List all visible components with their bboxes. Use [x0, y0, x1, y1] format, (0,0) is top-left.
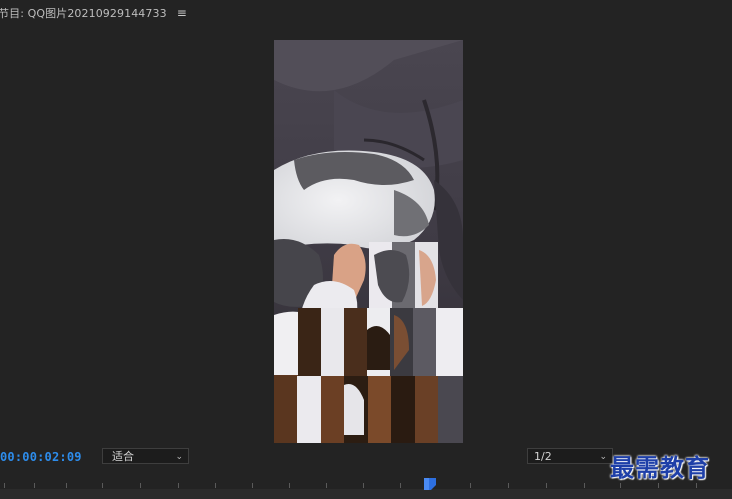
playhead-timecode[interactable]: 00:00:02:09	[0, 450, 82, 464]
ruler-tick	[178, 483, 179, 488]
ruler-tick	[215, 483, 216, 488]
ruler-tick	[658, 483, 659, 488]
ruler-tick	[620, 483, 621, 488]
panel-header: 节目: QQ图片20210929144733 ≡	[0, 0, 732, 26]
playhead-handle[interactable]	[423, 476, 439, 490]
ruler-tick	[4, 483, 5, 488]
video-frame-image	[274, 40, 463, 443]
playback-resolution-select[interactable]: 1/2 ⌄	[527, 448, 613, 464]
ruler-tick	[326, 483, 327, 488]
ruler-tick	[696, 483, 697, 488]
time-ruler-track[interactable]	[0, 489, 732, 499]
ruler-tick	[102, 483, 103, 488]
zoom-fit-select[interactable]: 适合 ⌄	[102, 448, 189, 464]
ruler-tick	[140, 483, 141, 488]
ruler-tick	[546, 483, 547, 488]
ruler-tick	[66, 483, 67, 488]
zoom-fit-value: 适合	[112, 450, 134, 463]
playhead-icon	[424, 478, 436, 490]
ruler-tick	[584, 483, 585, 488]
program-video-frame[interactable]	[274, 40, 463, 443]
panel-title[interactable]: 节目: QQ图片20210929144733	[0, 5, 167, 21]
ruler-tick	[289, 483, 290, 488]
ruler-tick	[34, 483, 35, 488]
ruler-tick	[252, 483, 253, 488]
ruler-tick	[363, 483, 364, 488]
hamburger-menu-icon[interactable]: ≡	[177, 6, 187, 20]
ruler-tick	[400, 483, 401, 488]
ruler-tick	[508, 483, 509, 488]
ruler-tick	[470, 483, 471, 488]
playback-resolution-value: 1/2	[534, 450, 552, 463]
watermark-logo: 最需教育	[610, 453, 710, 482]
chevron-down-icon: ⌄	[175, 452, 183, 462]
program-monitor-panel: 节目: QQ图片20210929144733 ≡ 00:00:02:09 适合 …	[0, 0, 732, 499]
chevron-down-icon: ⌄	[599, 452, 607, 462]
